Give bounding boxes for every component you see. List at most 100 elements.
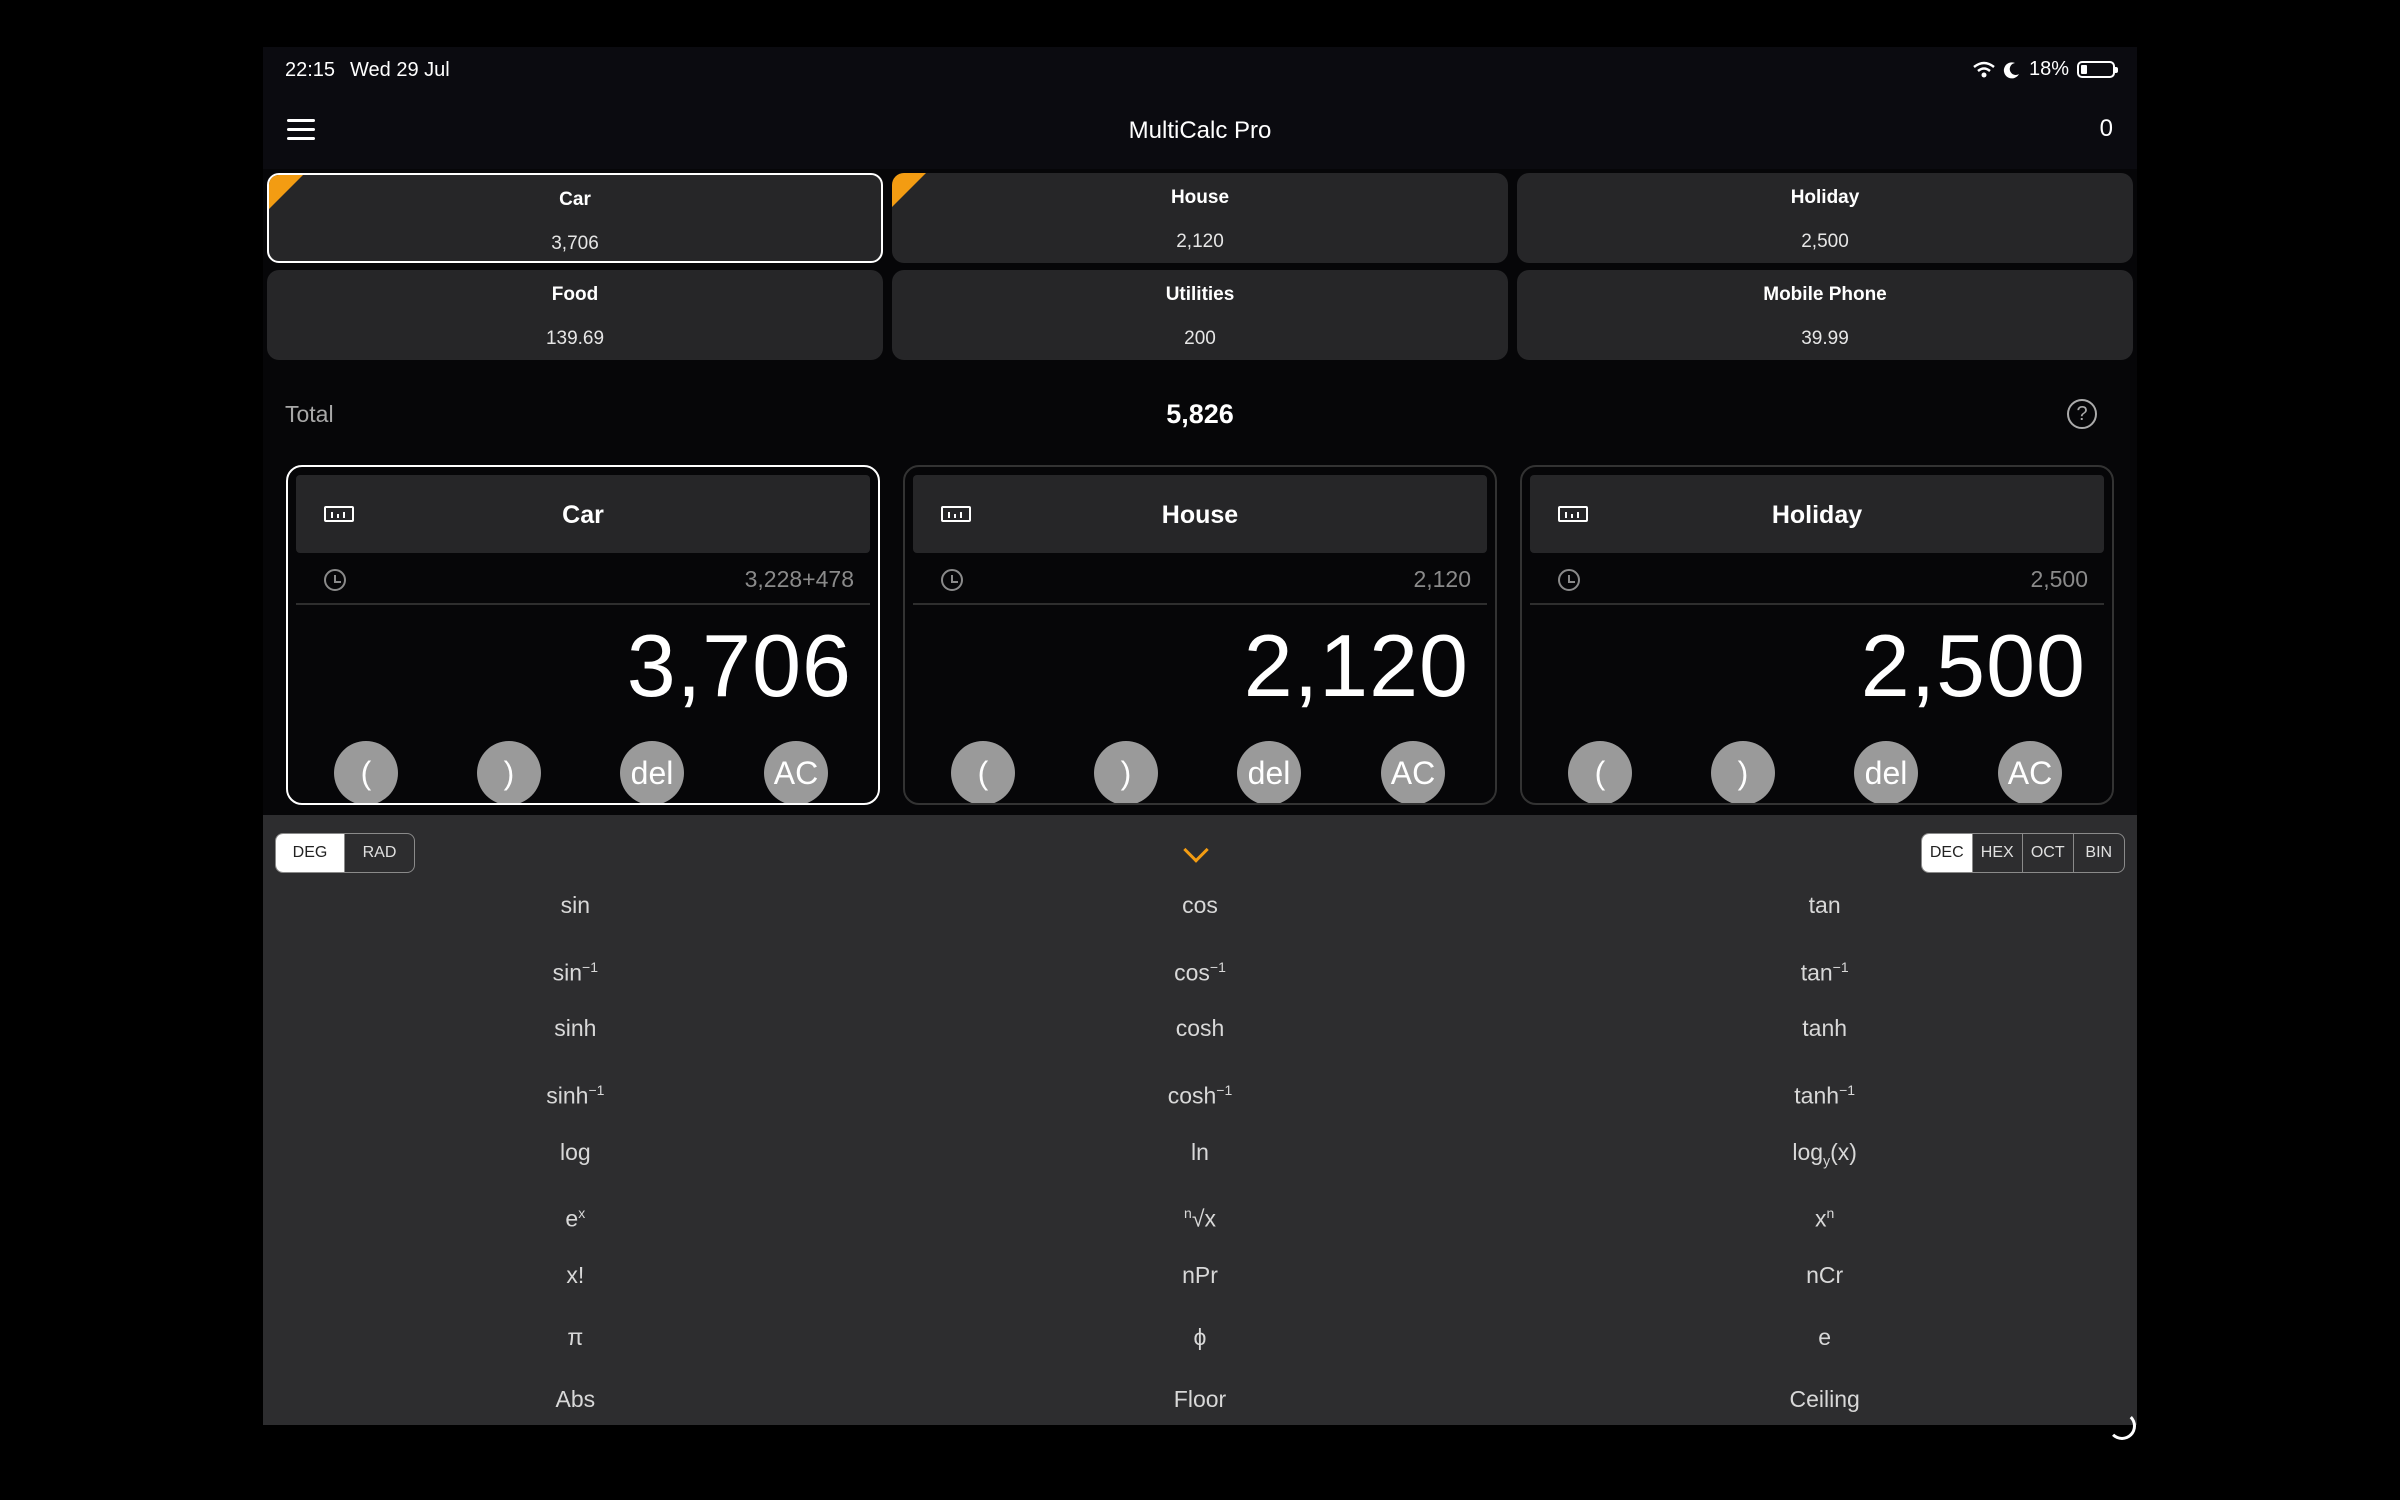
tanh-button[interactable]: tanh — [1512, 1008, 2137, 1070]
calculator-header: Holiday — [1530, 475, 2104, 553]
history-row: 3,228+478 — [296, 553, 870, 605]
nth-root-button[interactable]: n√x — [888, 1193, 1513, 1255]
base-mode-toggle: DEC HEX OCT BIN — [1921, 833, 2125, 873]
total-row: Total 5,826 ? — [263, 395, 2137, 435]
history-icon[interactable] — [941, 569, 963, 591]
category-tiles: Car 3,706 House 2,120 Holiday 2,500 Food… — [267, 173, 2133, 360]
abs-button[interactable]: Abs — [263, 1379, 888, 1426]
npr-button[interactable]: nPr — [888, 1255, 1513, 1317]
arccos-button[interactable]: cos−1 — [888, 947, 1513, 1009]
tile-utilities[interactable]: Utilities 200 — [892, 270, 1508, 360]
cosh-button[interactable]: cosh — [888, 1008, 1513, 1070]
calculator-card-holiday[interactable]: Holiday 2,500 2,500 ( ) del AC — [1520, 465, 2114, 805]
calculator-title: Holiday — [1771, 501, 1863, 529]
all-clear-button[interactable]: AC — [1998, 741, 2062, 803]
tile-value: 200 — [1184, 328, 1216, 349]
ln-button[interactable]: ln — [888, 1132, 1513, 1194]
key-row: ( ) del AC — [905, 741, 1495, 803]
calculator-header: Car — [296, 475, 870, 553]
tile-name: Car — [559, 189, 591, 210]
tile-holiday[interactable]: Holiday 2,500 — [1517, 173, 2133, 263]
history-icon[interactable] — [1558, 569, 1580, 591]
sin-button[interactable]: sin — [263, 885, 888, 947]
chevron-down-icon[interactable] — [1183, 837, 1209, 863]
moon-icon — [2003, 61, 2019, 78]
wifi-icon — [1973, 61, 1995, 77]
history-row: 2,120 — [913, 553, 1487, 605]
logy-button[interactable]: logy(x) — [1512, 1132, 2137, 1194]
status-time: 22:15 — [285, 59, 336, 81]
question-circle-icon[interactable]: ? — [2067, 399, 2097, 429]
nav-bar: MultiCalc Pro 0 — [263, 93, 2137, 169]
history-expression: 2,500 — [2030, 566, 2088, 592]
calculator-display: 2,500 — [1860, 616, 2086, 715]
status-bar: 22:15 Wed 29 Jul 18% — [263, 47, 2137, 93]
calculator-card-house[interactable]: House 2,120 2,120 ( ) del AC — [903, 465, 1497, 805]
cos-button[interactable]: cos — [888, 885, 1513, 947]
log-button[interactable]: log — [263, 1132, 888, 1194]
delete-button[interactable]: del — [1854, 741, 1918, 803]
open-paren-button[interactable]: ( — [951, 741, 1015, 803]
key-row: ( ) del AC — [288, 741, 878, 803]
scientific-panel: DEG RAD DEC HEX OCT BIN sin cos tan sin−… — [263, 815, 2137, 1425]
nav-count[interactable]: 0 — [2100, 115, 2113, 143]
floor-button[interactable]: Floor — [888, 1379, 1513, 1426]
arctanh-button[interactable]: tanh−1 — [1512, 1070, 2137, 1132]
tile-food[interactable]: Food 139.69 — [267, 270, 883, 360]
status-date: Wed 29 Jul — [350, 59, 450, 81]
tile-car[interactable]: Car 3,706 — [267, 173, 883, 263]
tan-button[interactable]: tan — [1512, 885, 2137, 947]
ceiling-button[interactable]: Ceiling — [1512, 1379, 2137, 1426]
tile-value: 39.99 — [1801, 328, 1849, 349]
tile-name: Food — [551, 284, 599, 305]
phi-button[interactable]: ϕ — [888, 1317, 1513, 1379]
open-paren-button[interactable]: ( — [1568, 741, 1632, 803]
dec-option[interactable]: DEC — [1922, 834, 1973, 872]
calculator-display: 3,706 — [626, 616, 852, 715]
pi-button[interactable]: π — [263, 1317, 888, 1379]
app-title: MultiCalc Pro — [1128, 117, 1272, 144]
battery-icon — [2077, 61, 2118, 78]
close-paren-button[interactable]: ) — [477, 741, 541, 803]
oct-option[interactable]: OCT — [2023, 834, 2074, 872]
key-row: ( ) del AC — [1522, 741, 2112, 803]
flag-corner-icon — [892, 173, 926, 207]
deg-option[interactable]: DEG — [276, 834, 345, 872]
history-row: 2,500 — [1530, 553, 2104, 605]
euler-button[interactable]: e — [1512, 1317, 2137, 1379]
exp-button[interactable]: ex — [263, 1193, 888, 1255]
delete-button[interactable]: del — [1237, 741, 1301, 803]
bin-option[interactable]: BIN — [2074, 834, 2125, 872]
arcsin-button[interactable]: sin−1 — [263, 947, 888, 1009]
arcsinh-button[interactable]: sinh−1 — [263, 1070, 888, 1132]
history-icon[interactable] — [324, 569, 346, 591]
close-paren-button[interactable]: ) — [1094, 741, 1158, 803]
close-paren-button[interactable]: ) — [1711, 741, 1775, 803]
history-expression: 2,120 — [1413, 566, 1471, 592]
calculator-card-car[interactable]: Car 3,228+478 3,706 ( ) del AC — [286, 465, 880, 805]
tile-house[interactable]: House 2,120 — [892, 173, 1508, 263]
function-grid: sin cos tan sin−1 cos−1 tan−1 sinh cosh … — [263, 885, 2137, 1425]
angle-mode-toggle: DEG RAD — [275, 833, 415, 873]
power-button[interactable]: xn — [1512, 1193, 2137, 1255]
delete-button[interactable]: del — [620, 741, 684, 803]
open-paren-button[interactable]: ( — [334, 741, 398, 803]
tile-mobile-phone[interactable]: Mobile Phone 39.99 — [1517, 270, 2133, 360]
arctan-button[interactable]: tan−1 — [1512, 947, 2137, 1009]
ncr-button[interactable]: nCr — [1512, 1255, 2137, 1317]
calculator-header: House — [913, 475, 1487, 553]
arccosh-button[interactable]: cosh−1 — [888, 1070, 1513, 1132]
tile-value: 2,120 — [1176, 231, 1224, 252]
all-clear-button[interactable]: AC — [1381, 741, 1445, 803]
tile-value: 2,500 — [1801, 231, 1849, 252]
tile-value: 139.69 — [545, 328, 605, 349]
hex-option[interactable]: HEX — [1973, 834, 2023, 872]
rad-option[interactable]: RAD — [345, 834, 414, 872]
tile-name: House — [1170, 187, 1230, 208]
tile-name: Utilities — [1165, 284, 1235, 305]
total-value: 5,826 — [1166, 399, 1234, 429]
calculator-title: Car — [562, 501, 604, 529]
sinh-button[interactable]: sinh — [263, 1008, 888, 1070]
all-clear-button[interactable]: AC — [764, 741, 828, 803]
factorial-button[interactable]: x! — [263, 1255, 888, 1317]
